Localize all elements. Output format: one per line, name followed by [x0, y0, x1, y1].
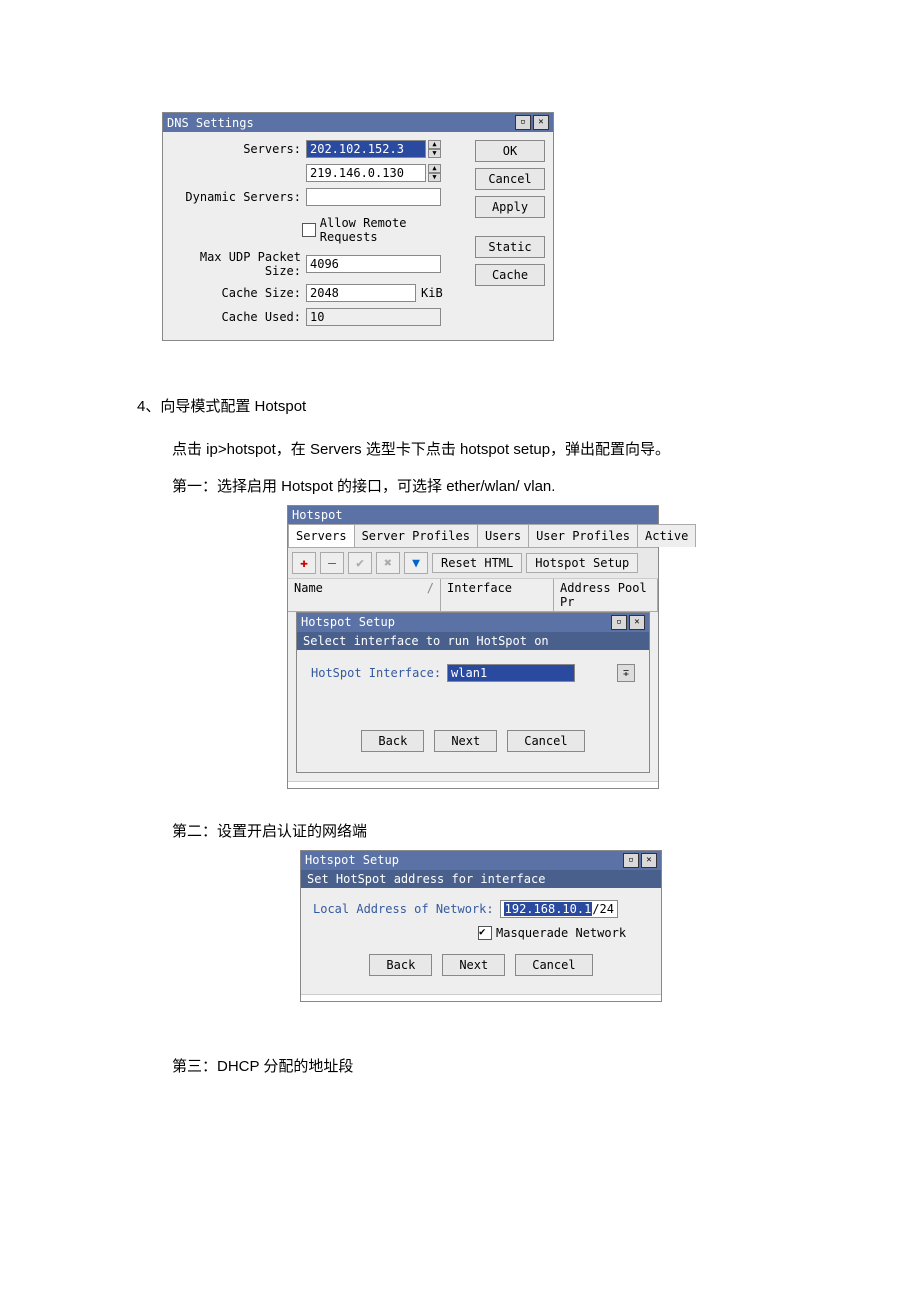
setup1-title: Hotspot Setup	[301, 615, 395, 630]
header-interface[interactable]: Interface	[441, 579, 554, 611]
back-button[interactable]: Back	[369, 954, 432, 976]
allow-remote-label: Allow Remote Requests	[320, 216, 467, 244]
hotspot-setup-dialog: Hotspot Setup ▫ ✕ Select interface to ru…	[296, 612, 650, 773]
setup1-subtitle: Select interface to run HotSpot on	[297, 632, 649, 650]
header-address-pool[interactable]: Address Pool Pr	[554, 579, 658, 611]
hotspot-setup-button[interactable]: Hotspot Setup	[526, 553, 638, 573]
tab-users[interactable]: Users	[477, 524, 529, 547]
hotspot-tabs: Servers Server Profiles Users User Profi…	[288, 524, 658, 548]
dropdown-icon[interactable]: ∓	[617, 664, 635, 682]
cache-size-input[interactable]	[306, 284, 416, 302]
close-icon[interactable]: ✕	[641, 853, 657, 868]
server1-spinner[interactable]: ▲▼	[428, 140, 441, 158]
remove-icon[interactable]: —	[320, 552, 344, 574]
minimize-icon[interactable]: ▫	[611, 615, 627, 630]
cache-used-value	[306, 308, 441, 326]
tab-active[interactable]: Active	[637, 524, 696, 547]
cache-size-label: Cache Size:	[171, 286, 306, 300]
server2-input[interactable]	[306, 164, 426, 182]
hotspot-interface-input[interactable]: wlan1	[447, 664, 575, 682]
disable-icon[interactable]: ✖	[376, 552, 400, 574]
cache-button[interactable]: Cache	[475, 264, 545, 286]
setup2-titlebar: Hotspot Setup ▫ ✕	[301, 851, 661, 870]
filter-icon[interactable]: ▼	[404, 552, 428, 574]
tab-servers[interactable]: Servers	[288, 524, 355, 547]
dns-titlebar: DNS Settings ▫ ✕	[163, 113, 553, 132]
header-name[interactable]: Name/	[288, 579, 441, 611]
cancel-button[interactable]: Cancel	[515, 954, 592, 976]
enable-icon[interactable]: ✔	[348, 552, 372, 574]
minimize-icon[interactable]: ▫	[515, 115, 531, 130]
servers-label: Servers:	[171, 142, 306, 156]
dynamic-servers-label: Dynamic Servers:	[171, 190, 306, 204]
paragraph-3: 第二：设置开启认证的网络端	[172, 820, 367, 841]
static-button[interactable]: Static	[475, 236, 545, 258]
apply-button[interactable]: Apply	[475, 196, 545, 218]
hotspot-toolbar: ✚ — ✔ ✖ ▼ Reset HTML Hotspot Setup	[288, 548, 658, 579]
next-button[interactable]: Next	[434, 730, 497, 752]
close-icon[interactable]: ✕	[629, 615, 645, 630]
minimize-icon[interactable]: ▫	[623, 853, 639, 868]
masquerade-checkbox[interactable]	[478, 926, 492, 940]
setup2-subtitle: Set HotSpot address for interface	[301, 870, 661, 888]
next-button[interactable]: Next	[442, 954, 505, 976]
section4-title: 向导模式配置 Hotspot	[160, 395, 306, 416]
paragraph-4: 第三：DHCP 分配的地址段	[172, 1055, 353, 1076]
dynamic-servers-input[interactable]	[306, 188, 441, 206]
hotspot-setup2-dialog: Hotspot Setup ▫ ✕ Set HotSpot address fo…	[300, 850, 662, 1002]
hotspot-interface-label: HotSpot Interface:	[311, 666, 441, 680]
tab-user-profiles[interactable]: User Profiles	[528, 524, 638, 547]
local-address-input[interactable]: 192.168.10.1/24	[500, 900, 618, 918]
hotspot-list-headers: Name/ Interface Address Pool Pr	[288, 579, 658, 612]
server2-spinner[interactable]: ▲▼	[428, 164, 441, 182]
allow-remote-checkbox[interactable]	[302, 223, 316, 237]
hotspot-titlebar: Hotspot	[288, 506, 658, 524]
back-button[interactable]: Back	[361, 730, 424, 752]
cache-used-label: Cache Used:	[171, 310, 306, 324]
paragraph-2: 第一：选择启用 Hotspot 的接口，可选择 ether/wlan/ vlan…	[172, 475, 555, 496]
hotspot-title: Hotspot	[292, 508, 343, 522]
ok-button[interactable]: OK	[475, 140, 545, 162]
section4-number: 4、	[137, 395, 160, 416]
server1-input[interactable]	[306, 140, 426, 158]
cache-size-unit: KiB	[421, 286, 443, 300]
masquerade-label: Masquerade Network	[496, 926, 626, 940]
close-icon[interactable]: ✕	[533, 115, 549, 130]
add-icon[interactable]: ✚	[292, 552, 316, 574]
paragraph-1: 点击 ip>hotspot，在 Servers 选型卡下点击 hotspot s…	[172, 438, 670, 459]
cancel-button[interactable]: Cancel	[475, 168, 545, 190]
reset-html-button[interactable]: Reset HTML	[432, 553, 522, 573]
dns-settings-window: DNS Settings ▫ ✕ Servers: ▲▼ ▲▼ Dyn	[162, 112, 554, 341]
tab-server-profiles[interactable]: Server Profiles	[354, 524, 478, 547]
setup2-title: Hotspot Setup	[305, 853, 399, 868]
section4-heading: 4、 向导模式配置 Hotspot	[137, 395, 306, 416]
cancel-button[interactable]: Cancel	[507, 730, 584, 752]
local-address-label: Local Address of Network:	[313, 902, 494, 916]
max-udp-label: Max UDP Packet Size:	[171, 250, 306, 278]
max-udp-input[interactable]	[306, 255, 441, 273]
setup1-titlebar: Hotspot Setup ▫ ✕	[297, 613, 649, 632]
dns-title: DNS Settings	[167, 116, 254, 130]
hotspot-window: Hotspot Servers Server Profiles Users Us…	[287, 505, 659, 789]
